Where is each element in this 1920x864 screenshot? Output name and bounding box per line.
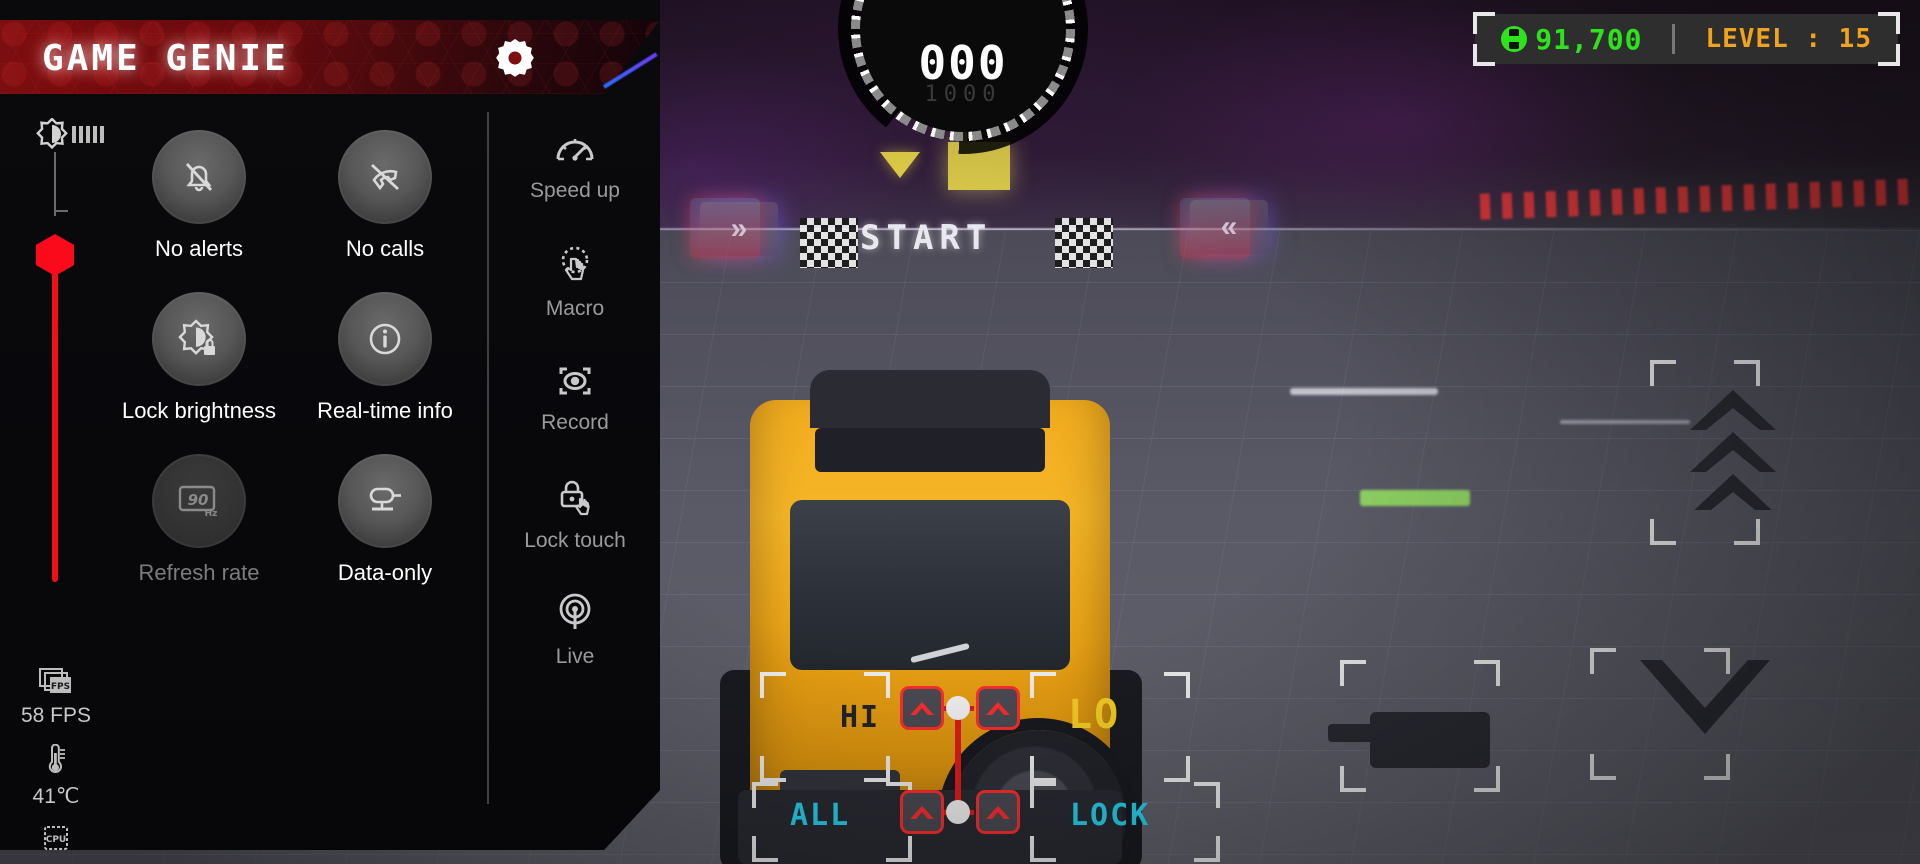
svg-text:CPU: CPU [46, 835, 67, 845]
toggle-label: No alerts [154, 236, 244, 261]
control-label-all[interactable]: ALL [790, 798, 850, 833]
brightness-slider-knob[interactable] [36, 234, 74, 276]
control-label-lo[interactable]: LO [1068, 692, 1120, 738]
quick-toggles: No alerts No calls Lock brightness Real-… [120, 130, 480, 616]
record-icon [559, 367, 591, 395]
toggle-label: No calls [345, 236, 425, 261]
diff-pad-front-right [976, 686, 1020, 730]
brightness-lock-icon [178, 319, 215, 355]
toggle-refresh-rate[interactable]: 90 Hz Refresh rate [120, 453, 278, 586]
brightness-slider[interactable] [36, 152, 74, 582]
toggle-label: Lock brightness [121, 397, 277, 423]
track-banner-left [690, 198, 760, 258]
vehicle-rear-window [790, 500, 1070, 670]
control-label-hi[interactable]: HI [840, 700, 880, 735]
panel-title: GAME GENIE [42, 38, 289, 79]
start-line-text: START [860, 218, 993, 258]
control-label-lock[interactable]: LOCK [1070, 798, 1150, 833]
speed-sub-value: 1000 [924, 82, 1002, 107]
refresh-rate-90hz-icon: 90 Hz [178, 485, 218, 519]
thermometer-icon [48, 744, 65, 773]
phone-off-icon [371, 163, 399, 191]
toggle-data-only[interactable]: Data-only [306, 453, 464, 586]
macro-hand-icon [561, 246, 589, 281]
track-marker-3 [1360, 490, 1470, 506]
differential-lock-indicator[interactable] [900, 680, 1020, 840]
cpu-icon: CPU [44, 826, 68, 850]
menu-item-label: Lock touch [524, 529, 626, 552]
menu-item-label: Speed up [530, 179, 620, 202]
track-marker-1 [1290, 388, 1438, 395]
track-barrier-right [1479, 178, 1920, 220]
menu-item-label: Macro [545, 297, 605, 320]
info-icon [369, 323, 401, 355]
brightness-rail: FPS 58 FPS 41℃ CPU 1.08 GHz [0, 96, 112, 850]
toggle-no-alerts[interactable]: No alerts [120, 130, 278, 262]
toggle-label: Real-time info [317, 397, 453, 423]
screen: » « START [0, 0, 1920, 864]
hud-divider [1672, 24, 1676, 54]
menu-item-speed-up[interactable]: Speed up [500, 108, 650, 224]
panel-menu: Speed up Macro Record Lock touch Live [500, 108, 650, 688]
menu-item-record[interactable]: Record [500, 340, 650, 456]
svg-text:Hz: Hz [205, 509, 218, 519]
menu-item-lock-touch[interactable]: Lock touch [500, 456, 650, 572]
data-only-icon [369, 487, 401, 511]
brightness-icon [34, 118, 108, 152]
coin-icon [1501, 26, 1528, 52]
chevron-down-icon [1640, 650, 1770, 740]
track-banner-right [1180, 198, 1250, 258]
menu-item-label: Record [541, 411, 609, 434]
game-genie-panel: GAME GENIE FPS 58 FPS 41℃ CPU No alerts … [0, 0, 660, 850]
toggle-label: Refresh rate [138, 559, 260, 585]
stat-fps: FPS 58 FPS [0, 666, 112, 728]
toggle-lock-brightness[interactable]: Lock brightness [120, 291, 278, 424]
fps-value: 58 FPS [20, 704, 92, 727]
toggle-real-time-info[interactable]: Real-time info [306, 291, 464, 424]
rear-wiper [910, 642, 970, 664]
direction-arrow-marker [880, 152, 920, 178]
score-value: 91,700 [1535, 22, 1643, 56]
diff-pad-front-left [900, 686, 944, 730]
speedometer-icon [556, 139, 594, 161]
vehicle-roof [810, 370, 1050, 428]
lock-touch-icon [560, 480, 590, 516]
bell-off-icon [185, 163, 213, 192]
brightness-slider-fill [52, 264, 58, 582]
vehicle-roof-rack [815, 428, 1045, 472]
svg-text:FPS: FPS [51, 682, 70, 692]
menu-item-label: Live [555, 645, 595, 668]
toggle-no-calls[interactable]: No calls [306, 130, 464, 262]
chevron-up-icon [1690, 390, 1776, 510]
toggle-label: Data-only [337, 559, 433, 585]
stat-temperature: 41℃ [0, 744, 112, 809]
panel-divider [487, 112, 489, 804]
diff-pad-rear-left [900, 790, 944, 834]
fps-icon: FPS [39, 668, 71, 693]
menu-item-live[interactable]: Live [500, 572, 650, 688]
diff-pad-rear-right [976, 790, 1020, 834]
fuel-tank-icon [1328, 712, 1490, 768]
score-level-hud: 91,700 LEVEL : 15 [1473, 12, 1900, 66]
live-broadcast-icon [559, 593, 591, 629]
temperature-value: 41℃ [32, 785, 80, 808]
gear-icon[interactable] [493, 36, 537, 80]
checkered-flag-left [800, 218, 858, 268]
checkered-flag-right [1055, 218, 1113, 268]
svg-text:90: 90 [188, 491, 209, 509]
level-value: LEVEL : 15 [1705, 24, 1872, 54]
menu-item-macro[interactable]: Macro [500, 224, 650, 340]
